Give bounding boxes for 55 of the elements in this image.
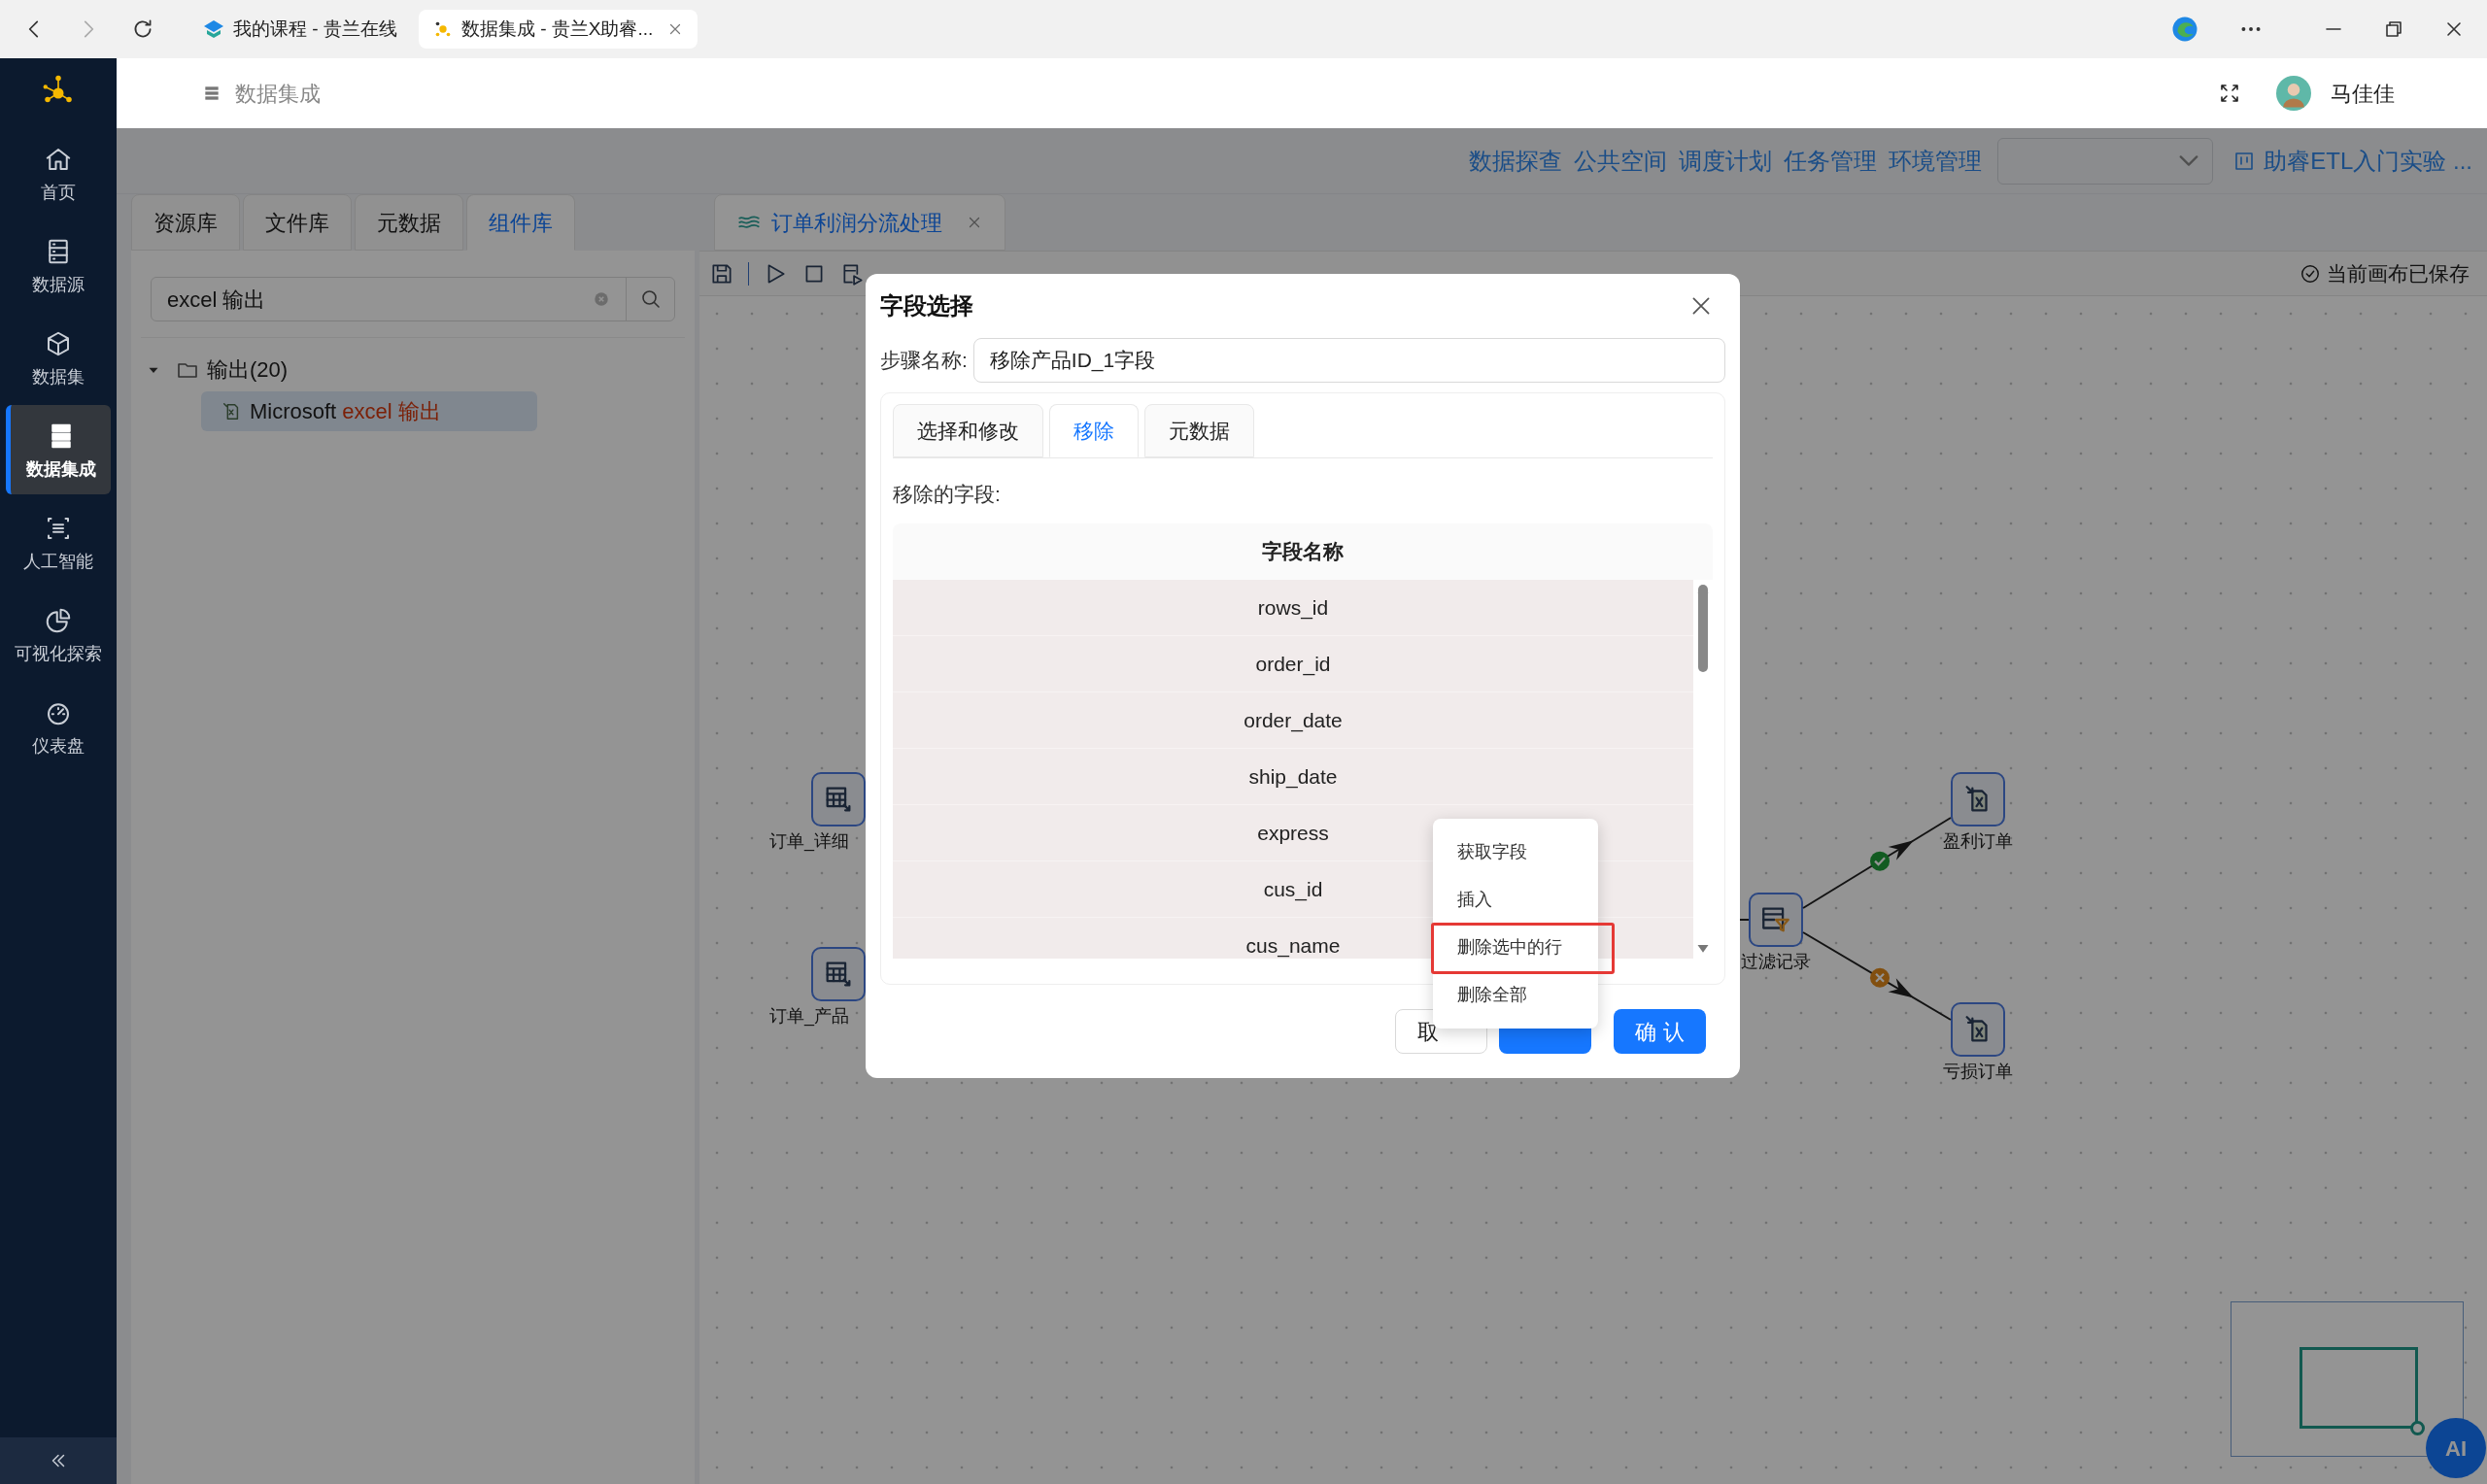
step-name-field[interactable]: 移除产品ID_1字段 [972, 338, 1725, 383]
flow-node[interactable] [1951, 1002, 2005, 1057]
cross-icon [1870, 967, 1891, 988]
library-tab[interactable]: 资源库 [131, 194, 240, 251]
minimap-viewport[interactable] [2300, 1347, 2418, 1429]
sidebar-item[interactable]: 数据源 [6, 220, 111, 310]
dialog-button[interactable]: 确 认 [1614, 1009, 1706, 1054]
flow-node[interactable] [1951, 772, 2005, 826]
dialog-title: 字段选择 [880, 291, 973, 320]
table-row[interactable]: order_date [893, 692, 1693, 749]
sidebar-item[interactable]: 首页 [6, 128, 111, 218]
node-label: 过滤记录 [1741, 951, 1811, 973]
section-label: 移除的字段: [893, 482, 1002, 507]
node-label: 订单_产品 [769, 1005, 849, 1029]
dialog-tab[interactable]: 移除 [1049, 404, 1139, 457]
chevron-down-icon [2179, 155, 2199, 166]
pie-chart-icon [44, 606, 73, 635]
flow-node[interactable] [1749, 893, 1803, 947]
dialog-tab[interactable]: 元数据 [1144, 404, 1254, 457]
sidebar-item[interactable]: 数据集 [6, 313, 111, 402]
sidebar-item[interactable]: 数据集成 [6, 405, 111, 494]
fullscreen-icon[interactable] [2218, 82, 2241, 105]
browser-tab[interactable]: 数据集成 - 贵兰X助睿... [418, 10, 698, 49]
table-row[interactable]: rows_id [893, 580, 1693, 636]
page-title: 数据集成 [235, 80, 321, 108]
avatar[interactable] [2276, 76, 2311, 111]
node-label: 订单_详细 [769, 830, 849, 854]
field-label: 步骤名称: [880, 348, 968, 374]
column-header: 字段名称 [1261, 539, 1345, 565]
table-row[interactable]: order_id [893, 636, 1693, 692]
sidebar-item[interactable]: 可视化探索 [6, 590, 111, 679]
sidebar-item[interactable]: 人工智能 [6, 497, 111, 587]
sidebar-item[interactable]: 仪表盘 [6, 682, 111, 771]
server-icon [202, 84, 221, 103]
flow-node[interactable] [811, 772, 866, 826]
library-tab[interactable]: 文件库 [243, 194, 352, 251]
scroll-thumb[interactable] [1698, 585, 1708, 672]
browser-logo-icon[interactable] [2170, 15, 2199, 44]
check-icon [1870, 851, 1891, 871]
layers-icon [202, 17, 225, 41]
node-label: 亏损订单 [1943, 1061, 2013, 1083]
resize-handle[interactable] [2410, 1421, 2425, 1435]
dialog-tab[interactable]: 选择和修改 [893, 404, 1043, 457]
flow-node[interactable] [811, 947, 866, 1001]
save-status: 当前画布已保存 [2327, 260, 2470, 287]
user-name[interactable]: 马佳佳 [2331, 77, 2395, 110]
node-label: 盈利订单 [1943, 830, 2013, 853]
browser-tab[interactable]: 我的课程 - 贵兰在线 [188, 10, 411, 49]
library-tab[interactable]: 元数据 [355, 194, 463, 251]
tree-item[interactable]: Microsoft excel 输出 [201, 391, 537, 431]
check-circle-icon [2300, 262, 2321, 285]
scroll-down-icon[interactable] [1696, 944, 1710, 955]
table-row[interactable]: ship_date [893, 749, 1693, 805]
minimap[interactable] [2231, 1301, 2464, 1457]
tree-item[interactable]: 输出(20) [207, 354, 289, 386]
